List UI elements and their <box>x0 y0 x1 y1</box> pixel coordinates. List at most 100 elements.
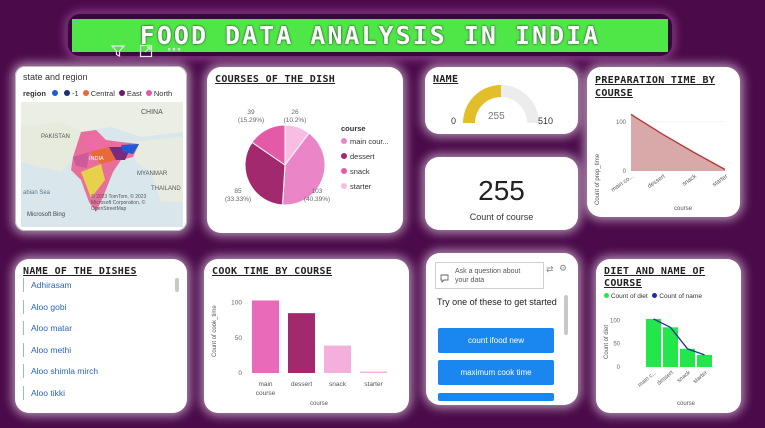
swap-icon[interactable]: ⇄ <box>546 265 554 275</box>
label-india: INDIA <box>89 156 104 162</box>
label-china: CHINA <box>141 109 163 116</box>
prep-time-area-chart: Count of prep_time course 0 100 main co...… <box>595 113 729 212</box>
dish-list-item[interactable]: Aloo matar <box>23 321 72 335</box>
more-options-icon[interactable]: ··· <box>164 41 184 61</box>
diet-xlabel: course <box>677 401 696 407</box>
cook-xtick: dessert <box>291 381 313 388</box>
focus-mode-icon[interactable] <box>136 41 156 61</box>
map-legend-dot <box>145 90 152 96</box>
dish-scrollbar[interactable] <box>175 278 179 292</box>
label-thailand: THAILAND <box>151 186 181 192</box>
dish-list-item[interactable]: Adhirasam <box>23 278 72 292</box>
map-legend-dot <box>52 90 59 96</box>
map-title: state and region <box>23 72 88 82</box>
gauge-card[interactable]: NAME 0 510 255 <box>425 67 578 134</box>
kpi-value: 255 <box>478 175 525 206</box>
map-legend-item: North <box>153 89 173 98</box>
gauge-min: 0 <box>451 116 457 126</box>
settings-gear-icon[interactable]: ⚙ <box>559 264 567 274</box>
suggestion-button-1[interactable]: count ifood new <box>438 328 554 353</box>
courses-pie-card[interactable]: COURSES OF THE DISH 39 (15.29%) 26 (10.2%) 8… <box>207 67 403 233</box>
pie-legend-label: snack <box>350 167 370 176</box>
cook-bar-main-course <box>252 300 279 373</box>
pie-data-label: 26 <box>291 109 299 116</box>
qa-input[interactable]: Ask a question about your data <box>435 262 544 289</box>
kpi-card[interactable]: 255 Count of course <box>425 157 578 230</box>
pie-data-label: 103 <box>312 188 323 195</box>
pie-legend-item: dessert <box>341 152 389 161</box>
courses-pie-legend: course main cour... dessert snack starter <box>341 124 389 197</box>
suggestion-button-2[interactable]: maximum cook time <box>438 360 554 385</box>
prep-ytick: 100 <box>616 120 627 126</box>
qa-placeholder-2: your data <box>455 277 485 284</box>
dish-list-item[interactable]: Aloo gobi <box>23 299 66 314</box>
pie-legend-item: main cour... <box>341 137 389 146</box>
qa-prompt: Try one of these to get started <box>437 297 557 307</box>
map-legend-item: -1 <box>72 89 79 98</box>
pie-data-pct: (10.2%) <box>284 117 307 124</box>
qa-placeholder-1: Ask a question about <box>455 268 521 275</box>
map-legend-label: region <box>23 89 46 98</box>
diet-name-line <box>653 318 705 356</box>
pie-legend-dot <box>341 153 347 159</box>
pie-data-pct: (15.29%) <box>238 117 264 124</box>
cook-xtick: snack <box>329 381 347 388</box>
cook-ytick: 100 <box>231 300 242 307</box>
prep-xtick: dessert <box>647 174 667 190</box>
bing-logo: Microsoft Bing <box>27 212 66 218</box>
map-legend-item: East <box>126 89 142 98</box>
cook-ytick: 50 <box>235 335 243 342</box>
dishes-card[interactable]: NAME OF THE DISHES Adhirasam Aloo gobi Alo… <box>15 259 187 413</box>
cook-time-card[interactable]: COOK TIME BY COURSE Count of cook_time c… <box>204 259 409 413</box>
diet-combo-chart: Count of diet course 0 50 100 main c...dess… <box>604 318 712 407</box>
dish-list-item[interactable]: Aloo methi <box>23 342 71 357</box>
diet-xtick: dessert <box>656 370 675 387</box>
suggestion-button-3[interactable] <box>438 393 554 401</box>
diet-ytick: 50 <box>613 342 620 348</box>
diet-bar-main-c... <box>646 318 661 367</box>
label-arabian-sea: abian Sea <box>23 190 51 196</box>
diet-xtick: starter <box>692 370 708 385</box>
kpi-caption: Count of course <box>469 212 534 222</box>
prep-xtick: starter <box>712 174 729 189</box>
filter-icon[interactable] <box>108 41 128 61</box>
diet-xtick: main c... <box>637 370 658 389</box>
pie-data-label: 85 <box>234 188 242 195</box>
pie-legend-dot <box>341 168 347 174</box>
cook-time-bar-chart: Count of cook_time course 0 50 100 main cour… <box>212 300 387 407</box>
pie-legend-title: course <box>341 124 366 133</box>
map-legend-dot <box>82 90 89 96</box>
label-myanmar: MYANMAR <box>137 171 168 177</box>
cook-ytick: 0 <box>238 370 242 377</box>
dish-list-item[interactable]: Aloo tikki <box>23 385 65 400</box>
diet-xtick: snack <box>676 370 692 384</box>
map-card[interactable]: state and region region -1 Central East Nor… <box>15 66 187 231</box>
dishes-title: NAME OF THE DISHES <box>23 266 137 277</box>
cook-ylabel: Count of cook_time <box>212 305 218 357</box>
pie-data-pct: (40.39%) <box>304 196 330 203</box>
qa-scrollbar[interactable] <box>564 295 568 335</box>
gauge-value: 255 <box>488 111 505 122</box>
prep-ylabel: Count of prep_time <box>595 153 601 205</box>
visual-toolbar: ··· <box>108 41 190 63</box>
dish-list-item[interactable]: Aloo shimla mirch <box>23 364 98 378</box>
qa-card[interactable]: Ask a question about your data ⇄ ⚙ Try o… <box>426 253 578 405</box>
prep-time-card[interactable]: PREPARATION TIME BY COURSE Count of prep… <box>587 67 740 217</box>
name-gauge <box>463 85 539 123</box>
gauge-max: 510 <box>538 116 554 126</box>
cook-xtick: starter <box>364 381 383 388</box>
prep-ytick: 0 <box>623 169 627 175</box>
prep-xtick: main co... <box>610 174 635 194</box>
pie-legend-label: main cour... <box>350 137 389 146</box>
diet-ytick: 0 <box>617 365 621 371</box>
map-attribution: © 2023 TomTom, © 2023 Microsoft Corporat… <box>91 194 147 212</box>
gauge-track <box>501 85 539 123</box>
map-area[interactable]: CHINA PAKISTAN INDIA MYANMAR THAILAND ab… <box>21 102 183 227</box>
map-legend-dot <box>64 90 71 96</box>
diet-card[interactable]: DIET AND NAME OF COURSE Count of diet Co… <box>596 259 741 413</box>
map-legend-item: Central <box>90 89 115 98</box>
pie-legend-dot <box>341 138 347 144</box>
diet-bar-starter <box>697 354 712 367</box>
diet-ytick: 100 <box>610 318 621 324</box>
pie-legend-item: starter <box>341 182 389 191</box>
